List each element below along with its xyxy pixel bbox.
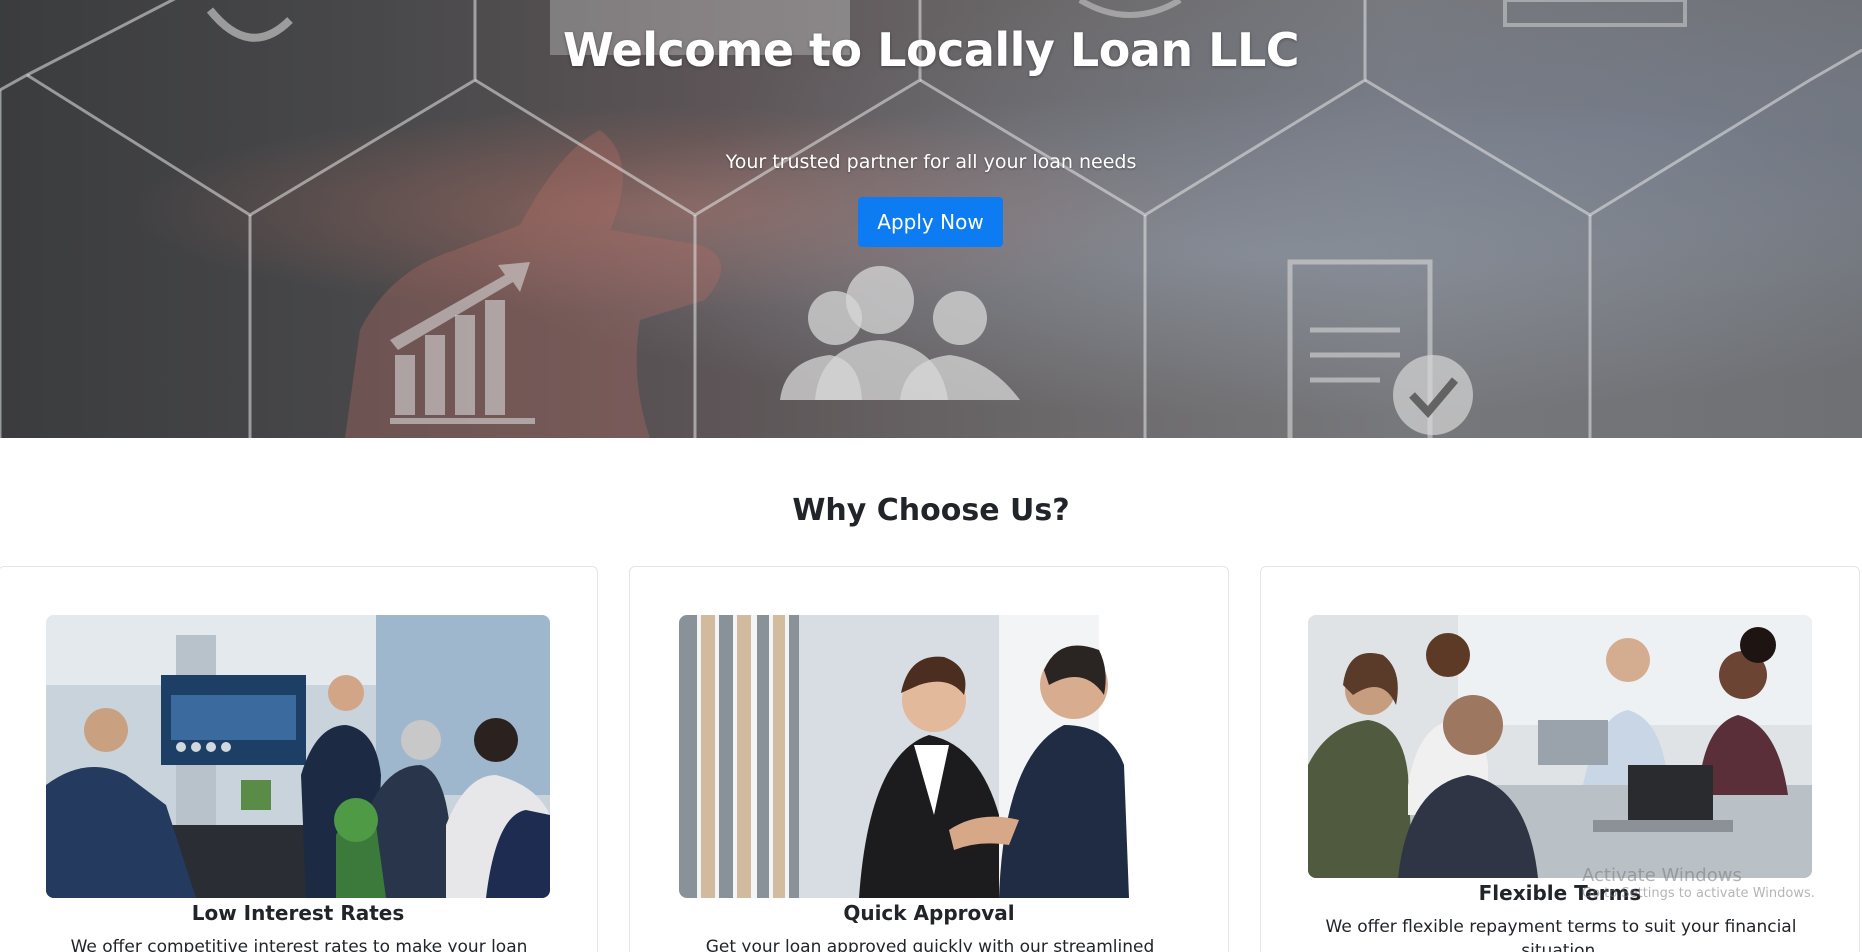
- feature-card-quick-approval: Quick Approval Get your loan approved qu…: [629, 566, 1229, 952]
- activate-windows-watermark: Activate Windows Go to Settings to activ…: [1582, 866, 1852, 902]
- business-meeting-presentation-photo: [46, 615, 550, 898]
- card-title: Quick Approval: [843, 901, 1015, 925]
- card-description: We offer flexible repayment terms to sui…: [1325, 917, 1797, 952]
- hero-title: Welcome to Locally Loan LLC: [562, 23, 1300, 77]
- card-description: Get your loan approved quickly with our …: [705, 937, 1155, 952]
- card-description: We offer competitive interest rates to m…: [70, 937, 528, 952]
- watermark-title: Activate Windows: [1582, 865, 1742, 886]
- why-choose-us-heading: Why Choose Us?: [792, 493, 1070, 528]
- hero-banner: Welcome to Locally Loan LLC Your trusted…: [0, 0, 1862, 438]
- card-title: Low Interest Rates: [191, 901, 405, 925]
- business-handshake-photo: [679, 615, 1175, 898]
- feature-card-low-interest: Low Interest Rates We offer competitive …: [0, 566, 598, 952]
- watermark-subtitle: Go to Settings to activate Windows.: [1582, 886, 1815, 901]
- hero-subtitle: Your trusted partner for all your loan n…: [725, 151, 1137, 173]
- team-meeting-photo: [1308, 615, 1812, 878]
- apply-now-button[interactable]: Apply Now: [858, 197, 1003, 247]
